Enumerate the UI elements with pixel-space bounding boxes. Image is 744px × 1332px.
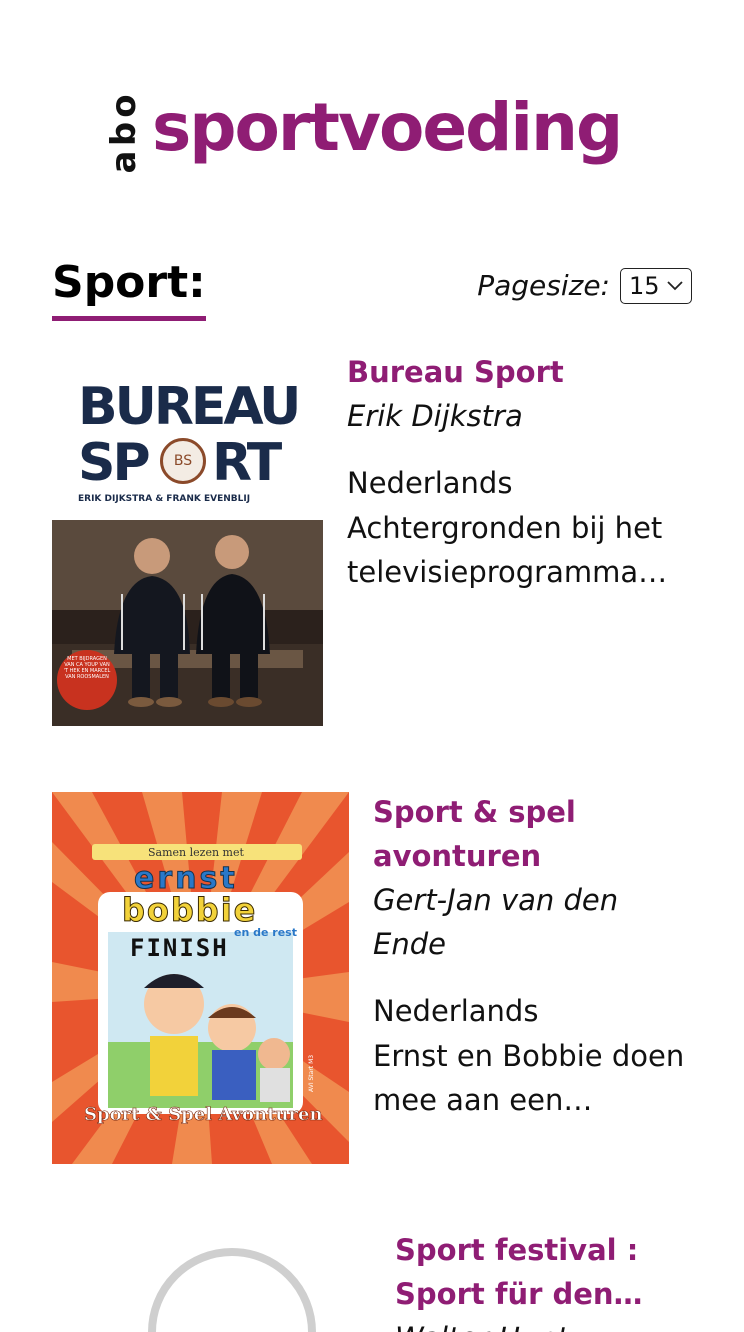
- cover-publisher: AVI Start M3: [308, 1054, 315, 1092]
- book-title[interactable]: Bureau Sport: [347, 350, 687, 394]
- logo-letter: a: [104, 150, 144, 174]
- cover-series: Samen lezen met: [148, 846, 244, 859]
- cover-badge: MET BIJDRAGEN VAN CA YOUP VAN 'T HEK EN …: [63, 656, 111, 680]
- chevron-down-icon: [667, 281, 683, 291]
- pagesize-control: Pagesize: 15: [477, 268, 692, 304]
- book-author: Erik Dijkstra: [347, 399, 523, 433]
- book-language: Nederlands: [373, 994, 539, 1028]
- book-author: Gert-Jan van den Ende: [373, 883, 619, 961]
- cover-banner: FINISH: [130, 934, 229, 962]
- book-cover-placeholder[interactable]: [112, 1230, 352, 1332]
- book-item[interactable]: Sport festival : Sport für den… Walter H…: [52, 1230, 692, 1332]
- book-language: Nederlands: [347, 466, 513, 500]
- book-description: Ernst en Bobbie doen mee aan een…: [373, 1039, 685, 1117]
- book-title[interactable]: Sport & spel avonturen: [373, 790, 691, 878]
- book-meta: Bureau Sport Erik Dijkstra Nederlands Ac…: [347, 354, 687, 594]
- book-cover-sport-spel[interactable]: Samen lezen met ernst bobbie en de rest …: [52, 792, 349, 1164]
- book-item[interactable]: BUREAU SP BS RT ERIK DIJKSTRA & FRANK EV…: [52, 354, 692, 726]
- book-description: Achtergronden bij het televisieprogramma…: [347, 511, 668, 589]
- pagesize-label: Pagesize:: [477, 269, 610, 302]
- book-title[interactable]: Sport festival : Sport für den…: [395, 1230, 691, 1316]
- site-title: sportvoeding: [152, 89, 623, 166]
- cover-title-line2b: RT: [212, 433, 282, 493]
- cover-emblem: BS: [160, 438, 206, 484]
- section-title: Sport:: [52, 254, 206, 321]
- cover-title-line2a: SP: [78, 433, 151, 493]
- cover-bottom-title: Sport & Spel Avonturen: [84, 1104, 323, 1126]
- book-author: Walter Hunt: [395, 1316, 691, 1332]
- pagesize-select[interactable]: 15: [620, 268, 692, 304]
- book-cover-bureau-sport[interactable]: BUREAU SP BS RT ERIK DIJKSTRA & FRANK EV…: [52, 354, 323, 726]
- book-meta: Sport festival : Sport für den… Walter H…: [395, 1230, 691, 1332]
- cover-authors: ERIK DIJKSTRA & FRANK EVENBLIJ: [78, 494, 251, 504]
- cover-title-line1: BUREAU: [78, 377, 301, 437]
- loading-spinner-icon: [148, 1248, 316, 1332]
- book-meta: Sport & spel avonturen Gert-Jan van den …: [373, 792, 691, 1122]
- pagesize-value: 15: [629, 272, 660, 300]
- oba-logo[interactable]: o b a: [104, 92, 144, 178]
- site-header: o b a sportvoeding: [0, 80, 744, 190]
- results-header: Sport: Pagesize: 15: [52, 250, 692, 322]
- book-item[interactable]: Samen lezen met ernst bobbie en de rest …: [52, 792, 692, 1164]
- cover-name-bobbie: bobbie: [121, 891, 258, 929]
- cover-subtitle: en de rest: [234, 926, 297, 939]
